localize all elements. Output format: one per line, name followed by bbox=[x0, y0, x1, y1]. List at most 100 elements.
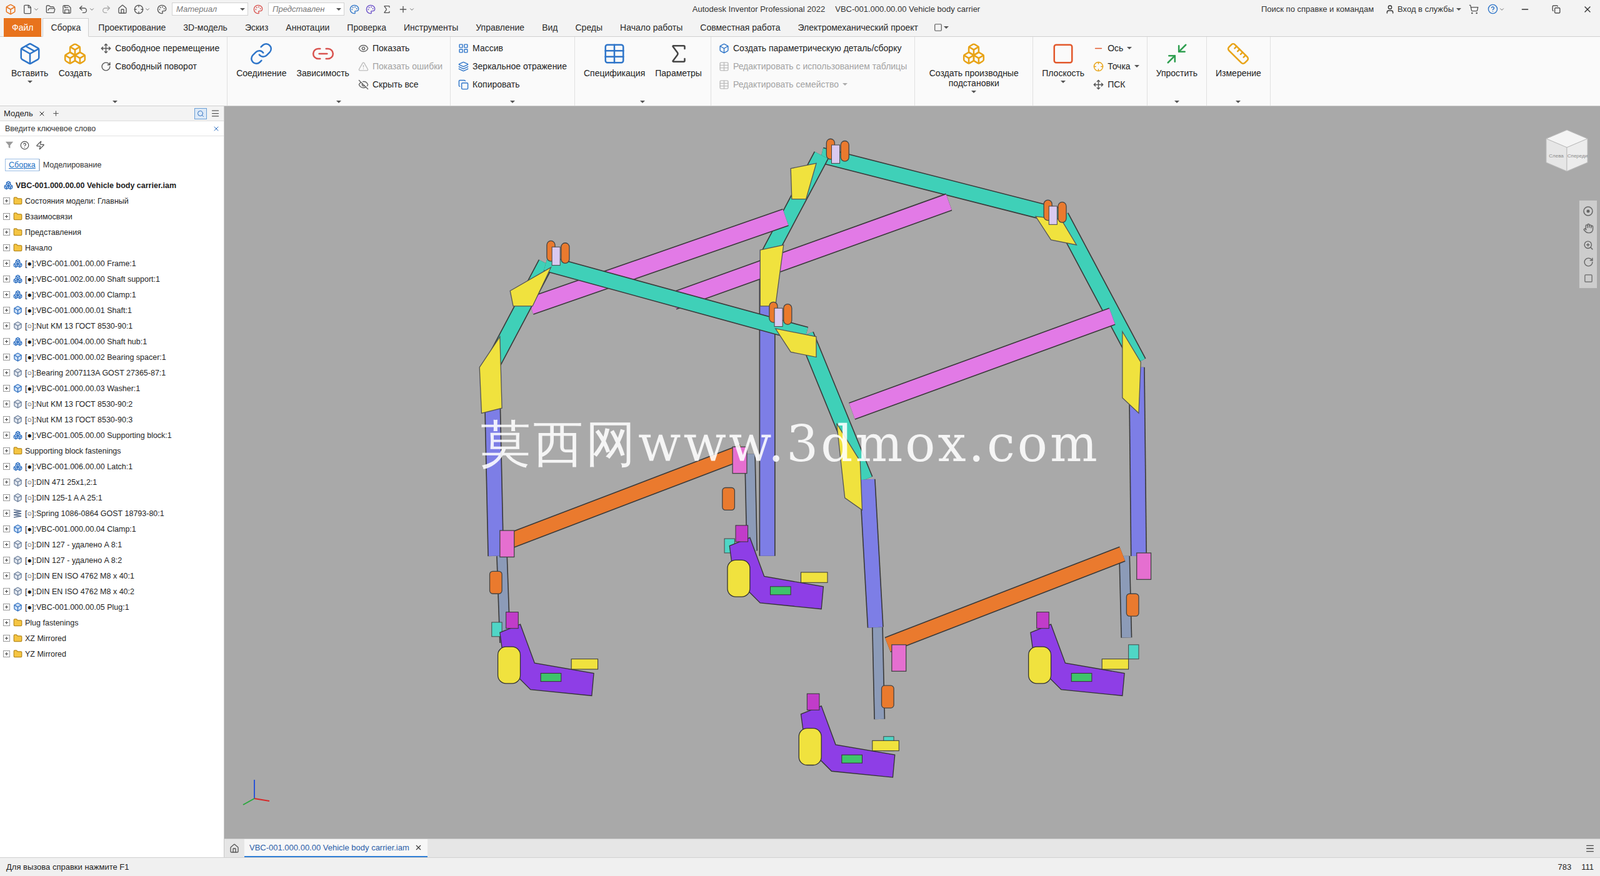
menu-tab[interactable]: Инструменты bbox=[395, 18, 467, 37]
support-foot[interactable] bbox=[727, 525, 828, 610]
home-tab-button[interactable] bbox=[228, 839, 241, 858]
tree-item[interactable]: [●]:VBC-001.003.00.00 Clamp:1 bbox=[0, 286, 224, 303]
adjust-button[interactable] bbox=[348, 3, 361, 16]
tree-item[interactable]: YZ Mirrored bbox=[0, 646, 224, 662]
expander-icon[interactable] bbox=[3, 635, 10, 642]
menu-tab[interactable]: Среды bbox=[566, 18, 611, 37]
app-button[interactable] bbox=[3, 2, 18, 17]
gusset[interactable] bbox=[775, 328, 817, 358]
tree-item[interactable]: [●]:VBC-001.004.00.00 Shaft hub:1 bbox=[0, 333, 224, 350]
tree-item[interactable]: [●]:DIN 127 - удалено A 8:2 bbox=[0, 552, 224, 569]
tree-item[interactable]: [●]:VBC-001.001.00.00 Frame:1 bbox=[0, 255, 224, 272]
zoom-icon[interactable] bbox=[1583, 240, 1594, 251]
tree-item[interactable]: [●]:VBC-001.002.00.00 Shaft support:1 bbox=[0, 271, 224, 287]
expander-icon[interactable] bbox=[3, 431, 10, 439]
close-icon[interactable] bbox=[38, 110, 46, 118]
tree-item[interactable]: [●]:VBC-001.006.00.00 Latch:1 bbox=[0, 458, 224, 475]
ribbon-small-button[interactable]: Точка bbox=[1091, 58, 1140, 75]
tree-item[interactable]: Plug fastenings bbox=[0, 615, 224, 631]
viewcube[interactable]: СлеваСпереди bbox=[1542, 126, 1592, 175]
panel-menu-caret[interactable] bbox=[1174, 100, 1180, 104]
lifting-lug[interactable] bbox=[826, 138, 849, 164]
ribbon-large-button[interactable]: Плоскость bbox=[1039, 39, 1087, 84]
ribbon-large-button[interactable]: Зависимость bbox=[293, 39, 352, 79]
expander-icon[interactable] bbox=[3, 463, 10, 470]
lifting-lug[interactable] bbox=[546, 240, 570, 265]
menu-tab[interactable]: Вид bbox=[533, 18, 566, 37]
expander-icon[interactable] bbox=[3, 494, 10, 502]
panel-menu-caret[interactable] bbox=[1235, 100, 1241, 104]
ribbon-large-button[interactable]: Создать bbox=[55, 39, 95, 79]
expander-icon[interactable] bbox=[3, 510, 10, 517]
tree-item[interactable]: Начало bbox=[0, 240, 224, 256]
quick-action-icon[interactable] bbox=[35, 140, 45, 150]
tree-item[interactable]: Supporting block fastenings bbox=[0, 443, 224, 459]
ribbon-small-button[interactable]: Копировать bbox=[456, 76, 569, 93]
ribbon-small-button[interactable]: Зеркальное отражение bbox=[456, 58, 569, 75]
ribbon-small-button[interactable]: Ось bbox=[1091, 40, 1140, 57]
expander-icon[interactable] bbox=[3, 291, 10, 299]
browser-mode-tab[interactable]: Моделирование bbox=[39, 158, 106, 172]
menu-tab[interactable]: Проектирование bbox=[90, 18, 174, 37]
orbit-icon[interactable] bbox=[1583, 256, 1594, 268]
tree-item[interactable]: [●]:VBC-001.000.00.02 Bearing spacer:1 bbox=[0, 349, 224, 365]
tree-item[interactable]: [●]:VBC-001.000.00.01 Shaft:1 bbox=[0, 302, 224, 319]
beam[interactable] bbox=[867, 479, 876, 628]
steering-wheel-icon[interactable] bbox=[1582, 205, 1594, 217]
save-button[interactable] bbox=[60, 3, 74, 16]
ribbon-small-button[interactable]: Скрыть все bbox=[356, 76, 444, 93]
tree-item[interactable]: [○]:Spring 1086-0864 GOST 18793-80:1 bbox=[0, 505, 224, 522]
gusset[interactable] bbox=[1122, 331, 1141, 414]
panel-menu-caret[interactable] bbox=[336, 100, 342, 104]
panel-menu-caret[interactable] bbox=[112, 100, 118, 104]
beam[interactable] bbox=[877, 627, 880, 720]
select-button[interactable] bbox=[132, 3, 152, 16]
file-tab[interactable]: Файл bbox=[3, 18, 42, 37]
filter-icon[interactable] bbox=[5, 140, 14, 150]
beam[interactable] bbox=[501, 556, 505, 644]
ribbon-small-button[interactable]: Свободное перемещение bbox=[99, 40, 221, 57]
ribbon-large-button[interactable]: Параметры bbox=[652, 39, 705, 79]
ribbon-small-button[interactable]: Редактировать с использованием таблицы bbox=[717, 58, 909, 75]
ribbon-small-button[interactable]: Массив bbox=[456, 40, 569, 57]
ribbon-large-button[interactable]: Спецификация bbox=[581, 39, 648, 79]
pan-icon[interactable] bbox=[1583, 223, 1594, 234]
expander-icon[interactable] bbox=[3, 197, 10, 205]
dropdown-caret[interactable] bbox=[842, 83, 848, 86]
tree-item[interactable]: [●]:VBC-001.000.00.03 Washer:1 bbox=[0, 380, 224, 397]
expander-icon[interactable] bbox=[3, 650, 10, 658]
expander-icon[interactable] bbox=[3, 228, 10, 236]
expander-icon[interactable] bbox=[3, 385, 10, 392]
expander-icon[interactable] bbox=[3, 541, 10, 549]
menu-icon[interactable] bbox=[1585, 843, 1595, 854]
redo-button[interactable] bbox=[100, 3, 113, 16]
expander-icon[interactable] bbox=[3, 275, 10, 283]
latch[interactable] bbox=[881, 645, 907, 752]
expander-icon[interactable] bbox=[3, 525, 10, 533]
expander-icon[interactable] bbox=[3, 338, 10, 345]
tree-item[interactable]: Состояния модели: Главный bbox=[0, 193, 224, 209]
lifting-lug[interactable] bbox=[769, 301, 792, 327]
browser-search-button[interactable] bbox=[194, 108, 207, 120]
lifting-lug[interactable] bbox=[1043, 200, 1067, 225]
tree-item[interactable]: [○]:DIN 125-1 A A 25:1 bbox=[0, 490, 224, 506]
ribbon-large-button[interactable]: Вставить bbox=[8, 39, 51, 84]
ribbon-small-button[interactable]: Показать bbox=[356, 40, 444, 57]
appearance-icon-button[interactable] bbox=[251, 3, 265, 16]
tree-item[interactable]: [●]:VBC-001.000.00.04 Clamp:1 bbox=[0, 521, 224, 537]
clear-button[interactable] bbox=[364, 3, 377, 16]
menu-tab[interactable]: Сборка bbox=[42, 18, 89, 37]
expander-icon[interactable] bbox=[3, 478, 10, 486]
menu-tab[interactable]: 3D-модель bbox=[175, 18, 236, 37]
expander-icon[interactable] bbox=[3, 603, 10, 611]
browser-search-field[interactable] bbox=[3, 123, 210, 134]
dropdown-caret[interactable] bbox=[1060, 80, 1066, 84]
expander-icon[interactable] bbox=[3, 556, 10, 564]
help-icon[interactable] bbox=[20, 140, 30, 150]
tree-item[interactable]: [○]:DIN 471 25x1,2:1 bbox=[0, 474, 224, 490]
expander-icon[interactable] bbox=[3, 572, 10, 580]
close-icon[interactable] bbox=[414, 843, 423, 852]
tree-item[interactable]: [○]:Nut KM 13 ГОСТ 8530-90:1 bbox=[0, 318, 224, 334]
parameters-button[interactable] bbox=[380, 3, 394, 16]
tree-item[interactable]: Представления bbox=[0, 224, 224, 240]
